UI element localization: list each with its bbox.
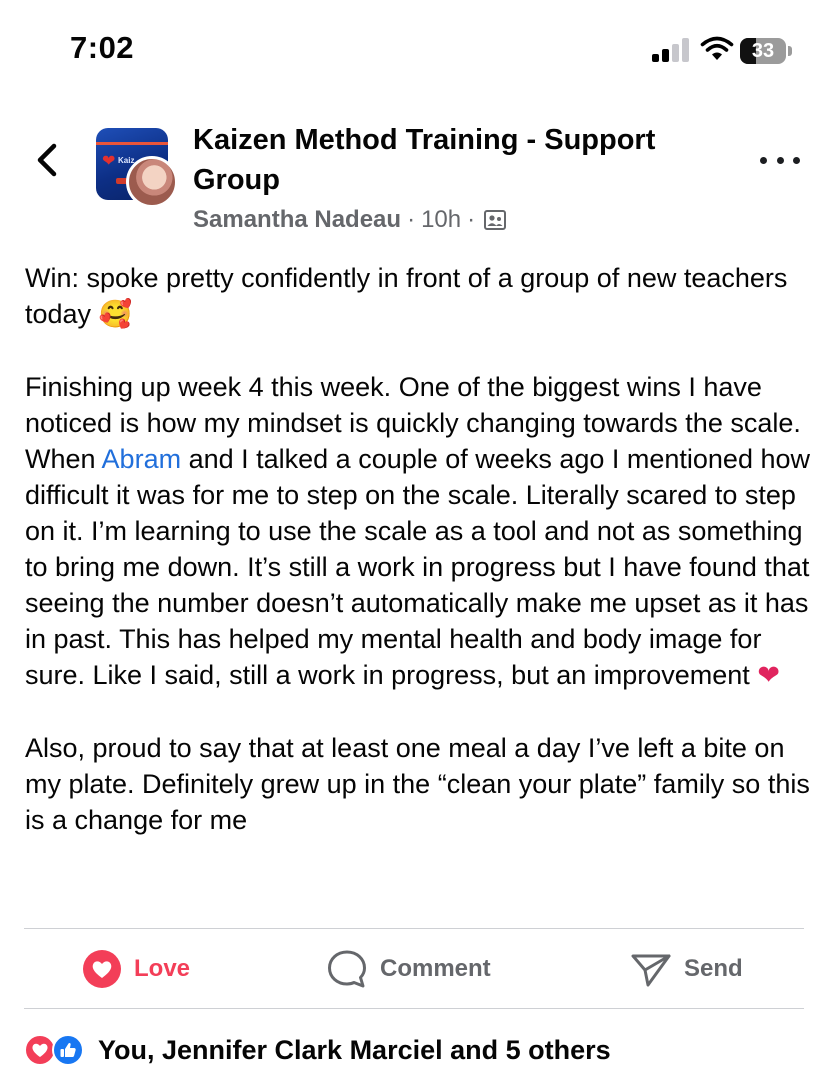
send-label: Send [684, 955, 743, 982]
status-time: 7:02 [70, 30, 135, 65]
more-dots-icon [760, 156, 767, 164]
comment-button[interactable]: Comment [326, 945, 491, 993]
love-label: Love [134, 955, 191, 982]
red-heart-emoji: ❤ [757, 660, 780, 691]
comment-label: Comment [380, 955, 491, 982]
post-time[interactable]: 10h [421, 206, 461, 234]
back-button[interactable] [28, 138, 68, 182]
wifi-icon [700, 36, 734, 60]
author-name[interactable]: Samantha Nadeau [193, 206, 401, 234]
divider [24, 928, 804, 929]
meta-separator: · [407, 206, 416, 233]
more-options-button[interactable] [760, 148, 800, 172]
battery-icon: 33 [740, 38, 792, 64]
mention-link[interactable]: Abram [102, 444, 182, 474]
love-icon [83, 950, 121, 988]
cellular-signal-icon [652, 38, 692, 62]
post-paragraph: Win: spoke pretty confidently in front o… [25, 263, 788, 330]
send-button[interactable]: Send [630, 945, 743, 993]
reactions-summary[interactable]: You, Jennifer Clark Marciel and 5 others [24, 1030, 611, 1070]
post-paragraph: Finishing up week 4 this week. One of th… [25, 372, 810, 691]
love-button[interactable]: Love [82, 945, 190, 993]
send-paper-plane-icon [631, 954, 671, 987]
divider [24, 1008, 804, 1009]
reactions-text[interactable]: You, Jennifer Clark Marciel and 5 others [98, 1035, 611, 1066]
status-bar: 7:02 33 [0, 0, 828, 100]
comment-bubble-icon [328, 950, 366, 988]
like-reaction-icon [52, 1034, 84, 1066]
post-paragraph: Also, proud to say that at least one mea… [25, 733, 810, 835]
meta-separator: · [467, 206, 476, 233]
members-icon[interactable] [483, 208, 507, 232]
battery-level: 33 [751, 40, 775, 62]
smiling-hearts-emoji: 🥰 [98, 299, 133, 330]
post-body: Win: spoke pretty confidently in front o… [25, 260, 815, 838]
post-meta: Samantha Nadeau · 10h · [193, 206, 507, 234]
chevron-left-icon [37, 143, 57, 177]
reaction-icons [24, 1034, 90, 1066]
author-avatar[interactable] [126, 156, 178, 208]
group-name[interactable]: Kaizen Method Training - Support Group [193, 120, 713, 200]
